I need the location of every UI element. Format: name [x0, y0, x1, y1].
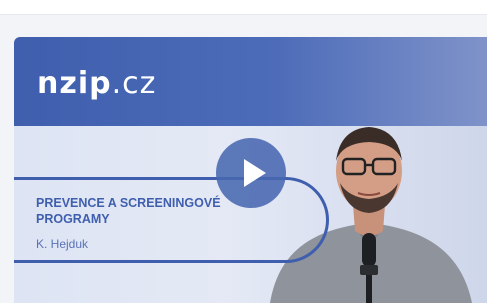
- play-button[interactable]: [216, 138, 286, 208]
- play-icon: [244, 159, 266, 187]
- video-author: K. Hejduk: [36, 237, 89, 251]
- nzip-logo: nzip.cz: [37, 69, 156, 99]
- top-divider: [0, 0, 487, 15]
- logo-brand: nzip: [37, 66, 112, 101]
- logo-tld: .cz: [111, 66, 157, 101]
- video-card[interactable]: nzip.cz PREVENCE A SCREENINGOVÉ PROGRAMY…: [14, 37, 487, 303]
